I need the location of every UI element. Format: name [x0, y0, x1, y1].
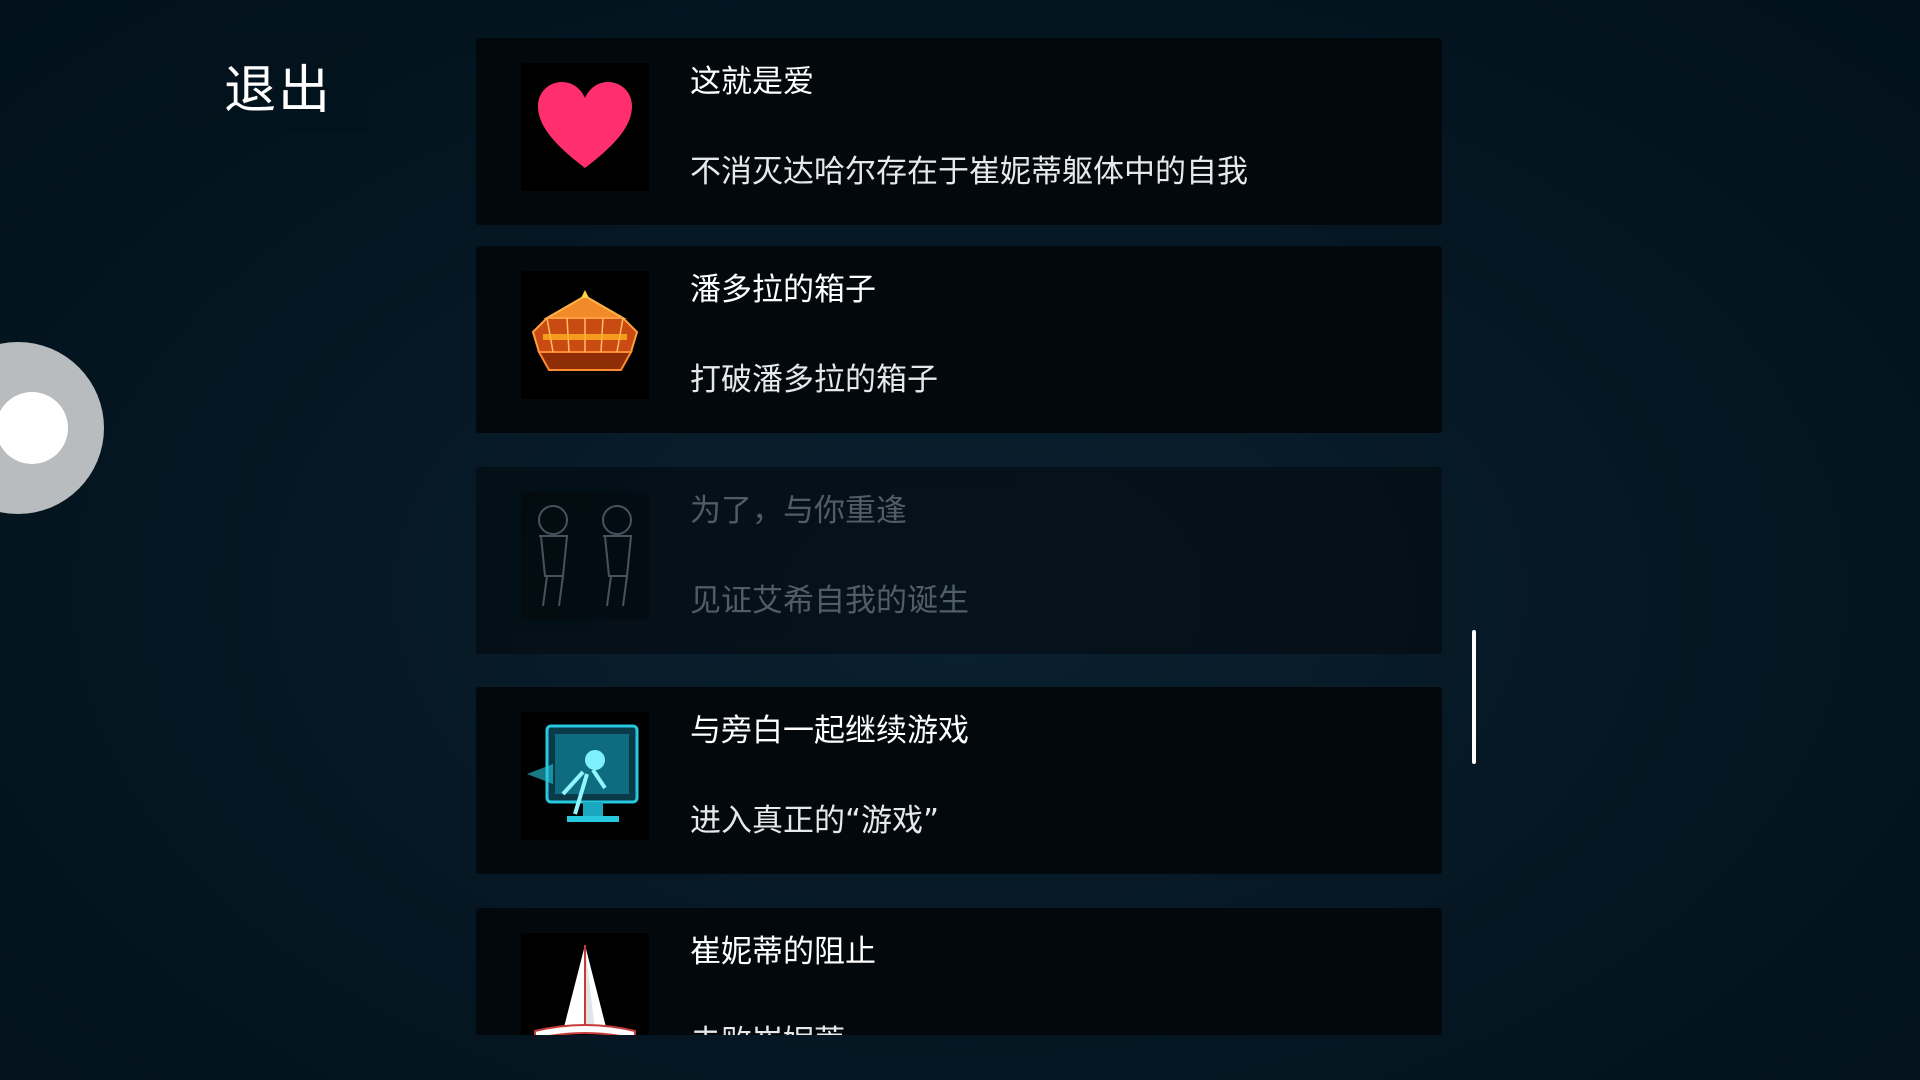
achievement-description: 击败崔妮蒂: [690, 1016, 845, 1035]
exit-button[interactable]: 退出: [188, 38, 368, 133]
monitor-icon: [521, 712, 649, 840]
heart-icon: [521, 63, 649, 191]
achievement-title: 为了，与你重逢: [690, 493, 907, 529]
achievement-title: 与旁白一起继续游戏: [690, 713, 969, 749]
floating-assist-ball[interactable]: [0, 342, 104, 514]
achievement-description: 不消灭达哈尔存在于崔妮蒂躯体中的自我: [690, 154, 1248, 190]
achievement-title: 潘多拉的箱子: [690, 272, 876, 308]
achievement-card[interactable]: 这就是爱 不消灭达哈尔存在于崔妮蒂躯体中的自我: [476, 38, 1442, 225]
achievement-title: 这就是爱: [690, 64, 814, 100]
achievement-card[interactable]: 与旁白一起继续游戏 进入真正的“游戏”: [476, 687, 1442, 874]
achievement-card[interactable]: 潘多拉的箱子 打破潘多拉的箱子: [476, 246, 1442, 433]
spire-icon: [521, 933, 649, 1035]
achievement-card-locked[interactable]: 为了，与你重逢 见证艾希自我的诞生: [476, 467, 1442, 654]
scrollbar-thumb[interactable]: [1472, 630, 1476, 764]
achievement-description: 打破潘多拉的箱子: [690, 362, 938, 398]
floating-assist-ball-center: [0, 392, 68, 464]
achievement-list[interactable]: 这就是爱 不消灭达哈尔存在于崔妮蒂躯体中的自我 潘多拉的箱子 打破潘多拉的箱子 …: [476, 38, 1442, 1035]
twin-figures-icon: [521, 492, 649, 620]
achievement-card[interactable]: 崔妮蒂的阻止 击败崔妮蒂: [476, 908, 1442, 1035]
achievements-screen: 退出 这就是爱 不消灭达哈尔存在于崔妮蒂躯体中的自我 潘多拉的箱子 打破潘多拉的…: [0, 0, 1920, 1080]
achievement-description: 见证艾希自我的诞生: [690, 583, 969, 619]
achievement-title: 崔妮蒂的阻止: [690, 934, 876, 970]
achievement-description: 进入真正的“游戏”: [690, 803, 940, 839]
pandora-box-icon: [521, 271, 649, 399]
